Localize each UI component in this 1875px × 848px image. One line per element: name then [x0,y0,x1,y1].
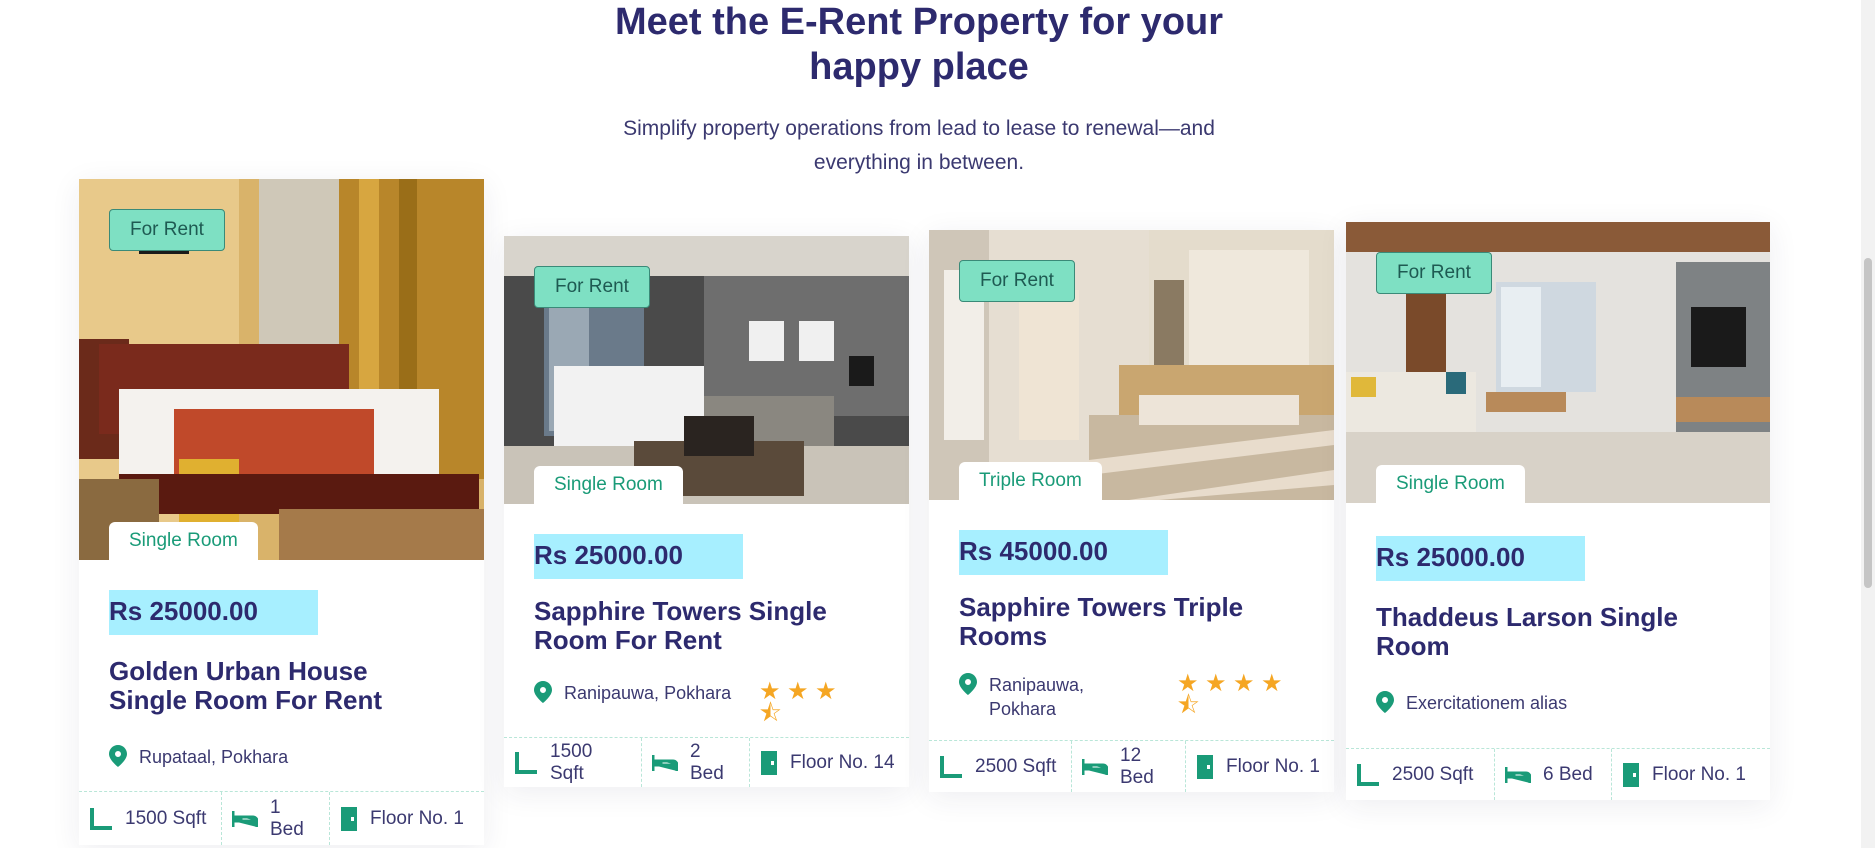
property-card[interactable]: For Rent Single Room Rs 25000.00 Thaddeu… [1346,222,1770,800]
price-tag: Rs 25000.00 [1376,536,1585,581]
floor-feature: Floor No. 1 [1186,741,1334,792]
property-title[interactable]: Thaddeus Larson Single Room [1376,603,1716,661]
price-value: Rs 25000.00 [534,540,683,570]
bed-icon [232,810,258,827]
property-card[interactable]: For Rent Single Room Rs 25000.00 Golden … [79,179,484,845]
location-text: Ranipauwa, Pokhara [564,683,732,703]
door-icon [1623,762,1639,787]
area-feature: 1500 Sqft [79,792,222,845]
property-card[interactable]: For Rent Single Room Rs 25000.00 Sapphir… [504,236,909,787]
floor-text: Floor No. 1 [1226,755,1320,777]
section-subtitle: Simplify property operations from lead t… [623,117,1215,174]
star-full-icon: ★ [787,678,809,705]
status-badge: For Rent [534,266,650,308]
price-tag: Rs 45000.00 [959,530,1168,575]
bed-text: 1 Bed [270,796,304,840]
floor-feature: Floor No. 1 [1612,749,1770,800]
star-full-icon: ★ [1233,670,1255,697]
rating-stars: ★ ★ ★ ⯪ [759,678,869,727]
floor-feature: Floor No. 14 [750,738,909,787]
star-half-icon: ⯪ [759,700,782,727]
room-type-tag: Single Room [109,522,258,560]
status-badge: For Rent [109,209,225,251]
rating-stars: ★ ★ ★ ★ ⯪ [1177,670,1292,719]
bed-text: 2 Bed [690,740,724,784]
property-title[interactable]: Golden Urban House Single Room For Rent [109,657,409,715]
bed-icon [652,754,678,771]
location: Exercitationem alias [1376,691,1567,715]
area-icon [515,751,537,774]
status-badge: For Rent [959,260,1075,302]
section-title: Meet the E-Rent Property for your happy … [614,1,1224,88]
bed-icon [1505,766,1531,783]
property-photo[interactable]: For Rent Triple Room [929,230,1334,500]
price-value: Rs 25000.00 [109,596,258,626]
area-icon [90,807,112,830]
price-value: Rs 25000.00 [1376,542,1525,572]
price-tag: Rs 25000.00 [109,590,318,635]
floor-text: Floor No. 14 [790,751,895,773]
property-title[interactable]: Sapphire Towers Single Room For Rent [534,597,854,655]
map-pin-icon [1376,691,1394,713]
location: Rupataal, Pokhara [109,745,288,769]
room-type-tag: Single Room [534,466,683,504]
area-feature: 2500 Sqft [1346,749,1495,800]
bed-feature: 2 Bed [642,738,750,787]
floor-text: Floor No. 1 [1652,763,1746,785]
bed-feature: 6 Bed [1495,749,1612,800]
price-value: Rs 45000.00 [959,536,1108,566]
property-title[interactable]: Sapphire Towers Triple Rooms [959,593,1279,651]
location-text: Rupataal, Pokhara [139,747,289,767]
star-full-icon: ★ [815,678,837,705]
door-icon [1197,754,1213,779]
property-photo[interactable]: For Rent Single Room [1346,222,1770,503]
area-text: 2500 Sqft [975,755,1057,777]
property-card[interactable]: For Rent Triple Room Rs 45000.00 Sapphir… [929,230,1334,792]
section-heading: Meet the E-Rent Property for your happy … [0,0,1838,180]
property-photo[interactable]: For Rent Single Room [504,236,909,504]
location: Ranipauwa, Pokhara [959,673,1109,721]
location: Ranipauwa, Pokhara [534,681,731,705]
floor-text: Floor No. 1 [370,807,464,829]
door-icon [341,806,357,831]
area-icon [1357,763,1379,786]
area-feature: 2500 Sqft [929,741,1072,792]
map-pin-icon [959,673,977,695]
star-half-icon: ⯪ [1177,692,1200,719]
map-pin-icon [109,745,127,767]
room-type-tag: Triple Room [959,462,1102,500]
location-text: Ranipauwa, Pokhara [989,675,1085,719]
door-icon [761,750,777,775]
location-text: Exercitationem alias [1406,693,1568,713]
page-scrollbar[interactable] [1861,0,1875,848]
bed-feature: 12 Bed [1072,741,1186,792]
scrollbar-thumb[interactable] [1864,258,1872,588]
status-badge: For Rent [1376,252,1492,294]
bed-feature: 1 Bed [222,792,330,845]
area-text: 1500 Sqft [550,740,593,784]
star-full-icon: ★ [1205,670,1227,697]
price-tag: Rs 25000.00 [534,534,743,579]
area-feature: 1500 Sqft [504,738,642,787]
floor-feature: Floor No. 1 [330,792,484,845]
property-photo[interactable]: For Rent Single Room [79,179,484,560]
room-type-tag: Single Room [1376,465,1525,503]
map-pin-icon [534,681,552,703]
bed-text: 6 Bed [1543,763,1593,785]
area-icon [940,755,962,778]
bed-icon [1082,758,1108,775]
area-text: 2500 Sqft [1392,763,1474,785]
star-full-icon: ★ [1261,670,1283,697]
bed-text: 12 Bed [1120,744,1154,788]
area-text: 1500 Sqft [125,807,207,829]
